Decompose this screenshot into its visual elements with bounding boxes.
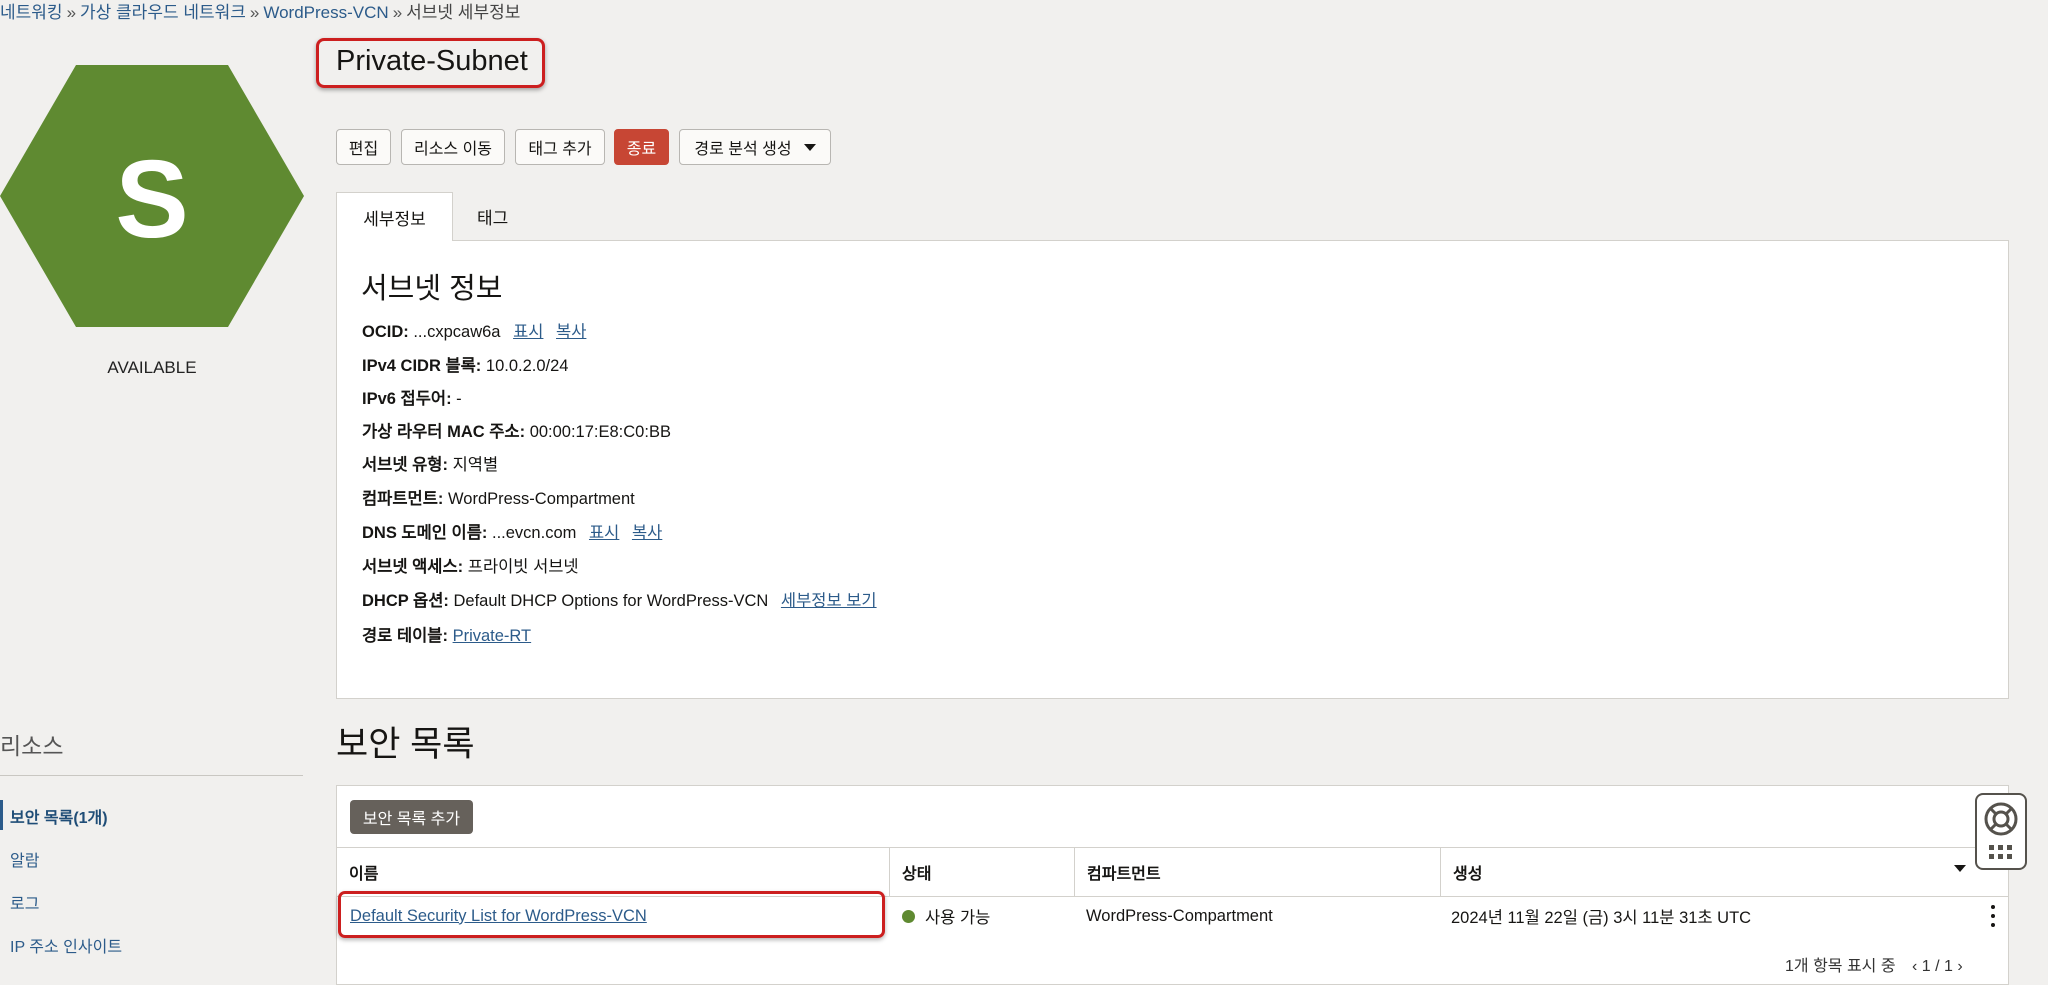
security-list-created-cell: 2024년 11월 22일 (금) 3시 11분 31초 UTC [1451,909,1752,927]
breadcrumb-current: 서브넷 세부정보 [406,3,521,22]
tab-details[interactable]: 세부정보 [336,192,453,241]
table-header: 이름 상태 컴파트먼트 생성 [337,847,2008,897]
subnet-info-heading: 서브넷 정보 [361,273,503,305]
security-list-status-cell: 사용 가능 [902,900,990,932]
ipv6-row: IPv6 접두어: - [362,385,462,409]
subnet-hexagon-icon: S [0,65,304,327]
ocid-show-link[interactable]: 표시 [513,323,543,341]
tab-tags[interactable]: 태그 [477,204,508,229]
security-list-compartment-cell: WordPress-Compartment [1086,906,1273,925]
dns-value: ...evcn.com [492,524,577,542]
subnet-type-value: 지역별 [452,456,499,474]
compartment-row: 컴파트먼트: WordPress-Compartment [362,485,635,509]
route-table-row: 경로 테이블: Private-RT [362,622,531,646]
subnet-type-row: 서브넷 유형: 지역별 [362,451,498,475]
ipv6-label: IPv6 접두어: [362,390,452,408]
row-highlight-box [338,891,885,938]
mac-row: 가상 라우터 MAC 주소: 00:00:17:E8:C0:BB [362,418,671,442]
sidebar-item-alarms[interactable]: 알람 [10,847,39,871]
terminate-button[interactable]: 종료 [614,129,669,165]
breadcrumb-vcn-list[interactable]: 가상 클라우드 네트워크 [80,3,246,22]
resources-divider [0,775,303,776]
sidebar-item-security-lists[interactable]: 보안 목록(1개) [10,804,108,828]
dhcp-row: DHCP 옵션: Default DHCP Options for WordPr… [362,587,877,611]
add-tag-button[interactable]: 태그 추가 [515,129,605,165]
subnet-type-label: 서브넷 유형: [362,456,448,474]
ocid-row: OCID: ...cxpcaw6a 표시 복사 [362,318,586,342]
hexagon-letter: S [115,138,188,261]
breadcrumb-separator: » [66,3,77,22]
page-title: Private-Subnet [336,45,528,77]
dns-label: DNS 도메인 이름: [362,524,488,542]
lifecycle-status: AVAILABLE [107,358,197,377]
security-lists-title: 보안 목록 [336,725,475,764]
path-analysis-button[interactable]: 경로 분석 생성 [679,129,831,165]
available-status-icon [902,909,915,923]
column-header-compartment[interactable]: 컴파트먼트 [1074,848,1440,896]
compartment-label: 컴파트먼트: [362,490,444,508]
help-widget[interactable] [1975,793,2027,870]
ipv6-value: - [456,390,462,408]
dns-row: DNS 도메인 이름: ...evcn.com 표시 복사 [362,519,662,543]
chevron-down-icon [803,143,816,151]
column-header-created[interactable]: 생성 [1440,848,2008,896]
pagination-text: 1 / 1 [1921,958,1953,975]
sort-chevron-down-icon[interactable] [1954,865,1966,872]
sidebar-item-logs[interactable]: 로그 [10,890,39,914]
breadcrumb: 네트워킹» 가상 클라우드 네트워크» WordPress-VCN» 서브넷 세부정보 [0,0,520,23]
ocid-value: ...cxpcaw6a [413,323,501,341]
breadcrumb-separator: » [392,3,403,22]
column-header-name[interactable]: 이름 [337,848,889,896]
breadcrumb-separator: » [249,3,260,22]
security-list-status: 사용 가능 [925,909,991,927]
subnet-access-label: 서브넷 액세스: [362,558,464,576]
path-analysis-label: 경로 분석 생성 [694,141,792,158]
item-count-text: 1개 항목 표시 중 [1785,958,1896,975]
edit-button[interactable]: 편집 [336,129,391,165]
breadcrumb-vcn[interactable]: WordPress-VCN [263,3,388,22]
dns-copy-link[interactable]: 복사 [632,524,662,542]
compartment-value: WordPress-Compartment [448,490,635,508]
subnet-access-row: 서브넷 액세스: 프라이빗 서브넷 [362,553,579,577]
lifebuoy-icon [1984,802,2018,859]
subnet-info-panel: 서브넷 정보 OCID: ...cxpcaw6a 표시 복사 IPv4 CIDR… [336,240,2009,699]
resources-active-indicator [0,800,3,830]
table-footer: 1개 항목 표시 중 ‹ 1 / 1 › [1785,952,1963,976]
breadcrumb-networking[interactable]: 네트워킹 [0,3,63,22]
sidebar-item-ip-insights[interactable]: IP 주소 인사이트 [10,933,122,957]
column-header-status[interactable]: 상태 [889,848,1074,896]
dhcp-value: Default DHCP Options for WordPress-VCN [453,592,769,610]
ipv4-value: 10.0.2.0/24 [485,357,569,375]
dhcp-label: DHCP 옵션: [362,592,449,610]
ocid-label: OCID: [362,323,409,341]
prev-page-icon[interactable]: ‹ [1912,958,1917,975]
add-security-list-button[interactable]: 보안 목록 추가 [350,800,473,834]
ipv4-row: IPv4 CIDR 블록: 10.0.2.0/24 [362,352,568,376]
route-table-label: 경로 테이블: [362,627,448,645]
subnet-access-value: 프라이빗 서브넷 [467,558,579,576]
dns-show-link[interactable]: 표시 [589,524,619,542]
route-table-link[interactable]: Private-RT [453,627,532,645]
move-resource-button[interactable]: 리소스 이동 [401,129,505,165]
mac-label: 가상 라우터 MAC 주소: [362,423,526,441]
next-page-icon[interactable]: › [1957,958,1962,975]
ipv4-label: IPv4 CIDR 블록: [362,357,482,375]
row-actions-kebab-icon[interactable] [1990,905,1996,927]
mac-value: 00:00:17:E8:C0:BB [529,423,671,441]
dhcp-view-details-link[interactable]: 세부정보 보기 [781,592,877,610]
ocid-copy-link[interactable]: 복사 [556,323,586,341]
resources-title: 리소스 [0,733,64,759]
